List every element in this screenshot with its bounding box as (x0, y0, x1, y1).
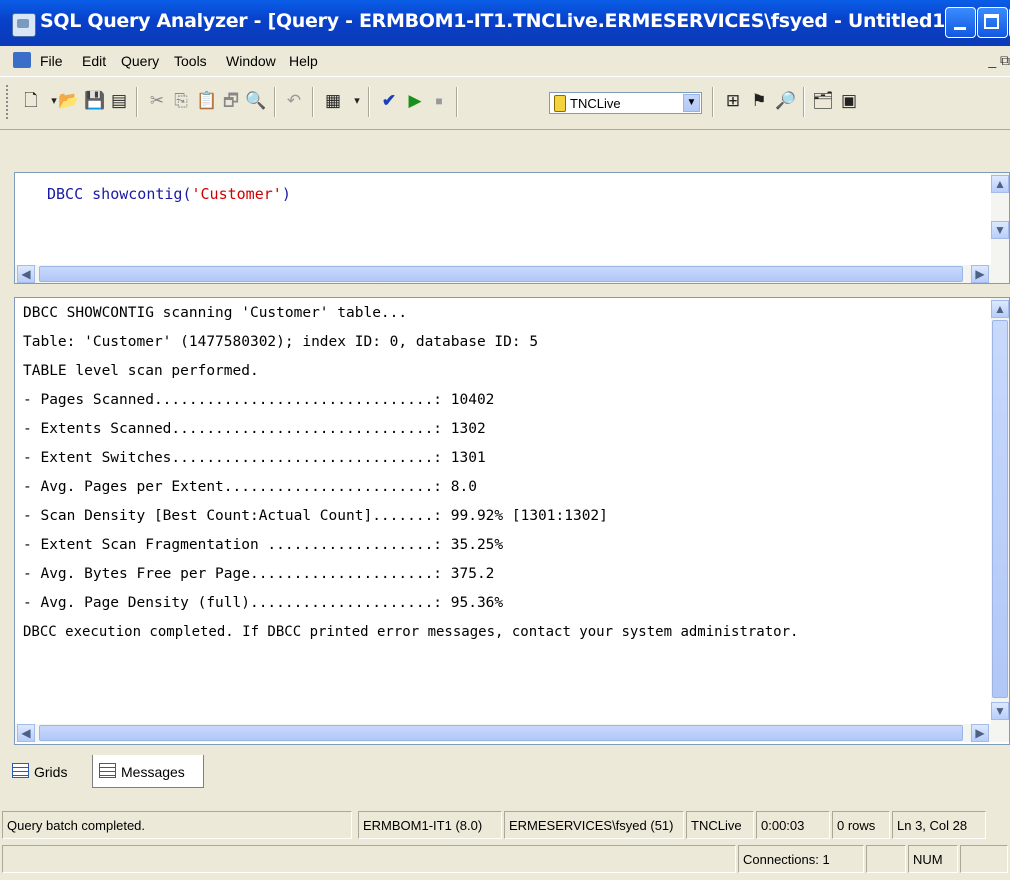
status-cursor-position: Ln 3, Col 28 (892, 811, 986, 839)
message-line: - Extent Scan Fragmentation ............… (23, 537, 504, 553)
query-text[interactable]: DBCC showcontig('Customer') (47, 185, 291, 203)
status-empty-panel (960, 845, 1008, 873)
toolbar-separator (456, 87, 458, 117)
message-line: - Extent Switches.......................… (23, 450, 486, 466)
execute-mode-chevron-icon[interactable]: ▾ (346, 90, 368, 112)
result-tabs: Grids Messages (0, 755, 1010, 791)
query-closing-paren: ) (281, 185, 291, 203)
title-bar: SQL Query Analyzer - [Query - ERMBOM1-IT… (0, 0, 1010, 46)
toolbar: 🗋 ▾ 📂 💾 ▤ ✂ ⎘ 📋 🗗 🔍 ↶ ▦ ▾ ✔ ▶ ■ TNCLive … (0, 76, 1010, 130)
scroll-thumb[interactable] (39, 266, 963, 282)
query-string-literal: 'Customer' (191, 185, 282, 203)
status-num-lock: NUM (908, 845, 958, 873)
status-database: TNCLive (686, 811, 754, 839)
show-results-pane-icon[interactable]: ▣ (838, 90, 860, 112)
toolbar-separator (712, 87, 714, 117)
messages-pane[interactable]: DBCC SHOWCONTIG scanning 'Customer' tabl… (14, 297, 1010, 745)
menu-edit[interactable]: Edit (82, 53, 106, 69)
tab-grids[interactable]: Grids (6, 755, 92, 787)
index-tuning-icon[interactable]: ⚑ (748, 90, 770, 112)
menu-file[interactable]: File (40, 53, 63, 69)
parse-query-checkmark-icon[interactable]: ✔ (378, 90, 400, 112)
menu-tools[interactable]: Tools (174, 53, 207, 69)
find-binoculars-icon[interactable]: 🔍 (245, 90, 267, 112)
status-message: Query batch completed. (2, 811, 352, 839)
menu-bar: File Edit Query Tools Window Help _ ⧉ (0, 46, 1010, 76)
toolbar-separator (368, 87, 370, 117)
message-line: - Scan Density [Best Count:Actual Count]… (23, 508, 608, 524)
scroll-thumb[interactable] (992, 320, 1008, 698)
results-horizontal-scrollbar[interactable]: ◀ ▶ (15, 724, 1009, 742)
status-row-count: 0 rows (832, 811, 890, 839)
status-bar: Query batch completed. ERMBOM1-IT1 (8.0)… (0, 809, 1010, 843)
status-server: ERMBOM1-IT1 (8.0) (358, 811, 502, 839)
message-line: DBCC execution completed. If DBCC printe… (23, 624, 799, 640)
open-folder-icon[interactable]: 📂 (58, 90, 80, 112)
menu-window[interactable]: Window (226, 53, 276, 69)
editor-vertical-scrollbar[interactable]: ▲ ▼ (991, 173, 1009, 265)
object-browser-icon[interactable]: 🗂 (812, 90, 834, 112)
maximize-button[interactable] (977, 7, 1008, 38)
message-line: TABLE level scan performed. (23, 363, 259, 379)
insert-template-icon[interactable]: ▤ (108, 90, 130, 112)
scroll-right-icon[interactable]: ▶ (971, 724, 989, 742)
scroll-right-icon[interactable]: ▶ (971, 265, 989, 283)
message-line: - Extents Scanned.......................… (23, 421, 486, 437)
toolbar-separator (803, 87, 805, 117)
status-bar-secondary: Connections: 1 NUM (0, 843, 1010, 877)
window-title: SQL Query Analyzer - [Query - ERMBOM1-IT… (40, 10, 964, 32)
database-select[interactable]: TNCLive ▼ (549, 92, 702, 114)
toolbar-separator (136, 87, 138, 117)
message-line: Table: 'Customer' (1477580302); index ID… (23, 334, 539, 350)
toolbar-separator (274, 87, 276, 117)
mdi-window-controls[interactable]: _ ⧉ (988, 52, 1010, 69)
scroll-left-icon[interactable]: ◀ (17, 265, 35, 283)
new-query-icon[interactable]: 🗋 (20, 90, 42, 112)
messages-icon (99, 763, 116, 778)
toolbar-separator (312, 87, 314, 117)
execute-query-play-icon[interactable]: ▶ (404, 90, 426, 112)
status-elapsed-time: 0:00:03 (756, 811, 830, 839)
status-empty-panel (866, 845, 906, 873)
message-line: - Pages Scanned.........................… (23, 392, 495, 408)
clear-window-icon[interactable]: 🗗 (220, 90, 242, 112)
message-line: DBCC SHOWCONTIG scanning 'Customer' tabl… (23, 305, 408, 321)
message-line: - Avg. Bytes Free per Page..............… (23, 566, 495, 582)
tab-messages[interactable]: Messages (92, 755, 204, 788)
editor-horizontal-scrollbar[interactable]: ◀ ▶ (15, 265, 1009, 283)
scroll-up-icon[interactable]: ▲ (991, 175, 1009, 193)
menu-help[interactable]: Help (289, 53, 318, 69)
menu-query[interactable]: Query (121, 53, 159, 69)
query-analyzer-app-icon[interactable] (12, 13, 36, 37)
cancel-query-stop-icon[interactable]: ■ (428, 90, 450, 112)
scroll-left-icon[interactable]: ◀ (17, 724, 35, 742)
status-user: ERMESERVICES\fsyed (51) (504, 811, 684, 839)
chevron-down-icon[interactable]: ▼ (683, 94, 700, 112)
grid-icon (12, 763, 29, 778)
database-icon (554, 95, 566, 112)
document-window-icon[interactable] (13, 52, 31, 68)
status-empty-panel (2, 845, 736, 873)
copy-icon[interactable]: ⎘ (170, 90, 192, 112)
message-line: - Avg. Pages per Extent.................… (23, 479, 477, 495)
undo-icon[interactable]: ↶ (283, 90, 305, 112)
display-execution-plan-icon[interactable]: ⊞ (722, 90, 744, 112)
save-icon[interactable]: 💾 (84, 90, 106, 112)
scroll-down-icon[interactable]: ▼ (991, 221, 1009, 239)
paste-icon[interactable]: 📋 (196, 90, 218, 112)
execute-mode-grid-icon[interactable]: ▦ (322, 90, 344, 112)
scroll-thumb[interactable] (39, 725, 963, 741)
minimize-button[interactable] (945, 7, 976, 38)
toolbar-grip[interactable] (6, 85, 11, 119)
scroll-up-icon[interactable]: ▲ (991, 300, 1009, 318)
cut-icon[interactable]: ✂ (146, 90, 168, 112)
object-search-icon[interactable]: 🔎 (775, 90, 797, 112)
scroll-down-icon[interactable]: ▼ (991, 702, 1009, 720)
query-keyword: DBCC showcontig( (47, 185, 192, 203)
message-line: - Avg. Page Density (full)..............… (23, 595, 504, 611)
database-select-value: TNCLive (570, 96, 621, 111)
results-vertical-scrollbar[interactable]: ▲ ▼ (991, 298, 1009, 724)
query-editor[interactable]: DBCC showcontig('Customer') ▲ ▼ ◀ ▶ (14, 172, 1010, 284)
status-connections: Connections: 1 (738, 845, 864, 873)
